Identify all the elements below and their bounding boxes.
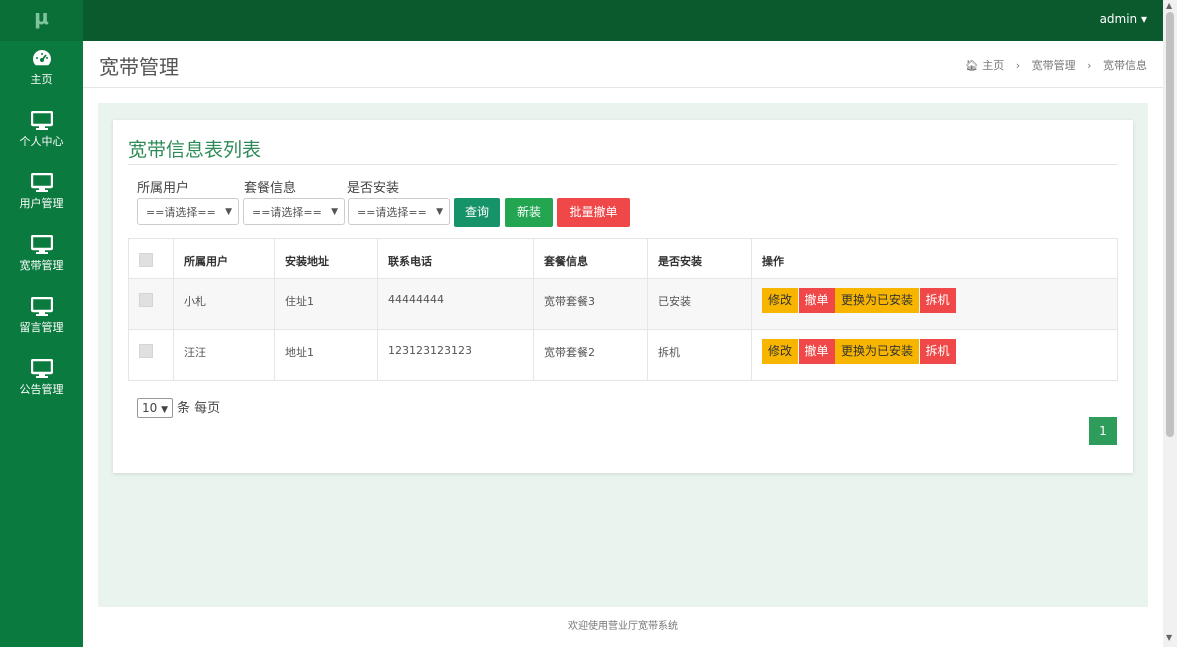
chevron-down-icon: ▼ [331,207,338,217]
card-title: 宽带信息表列表 [128,139,262,161]
broadband-table: 所属用户 安装地址 联系电话 套餐信息 是否安装 操作 小札 住址1 44444… [128,238,1118,381]
scroll-up-icon[interactable]: ▲ [1166,1,1172,10]
breadcrumb-separator: › [1015,59,1021,72]
sidebar-item-label: 用户管理 [19,197,64,210]
user-menu[interactable]: admin ▾ [1100,12,1147,26]
app-logo[interactable]: μ [0,0,83,41]
cell-actions: 修改 撤单 更换为已安装 拆机 [751,278,1118,330]
cell-address: 住址1 [274,278,378,330]
column-header-user: 所属用户 [173,238,275,279]
select-all-checkbox[interactable] [139,253,153,267]
column-header-package: 套餐信息 [533,238,648,279]
cell-phone: 44444444 [377,278,534,330]
cell-address: 地址1 [274,329,378,381]
cell-package: 宽带套餐3 [533,278,648,330]
cell-user: 汪汪 [173,329,275,381]
breadcrumb-broadband[interactable]: 宽带管理 [1032,59,1076,72]
filter-label-package: 套餐信息 [244,181,297,196]
package-select[interactable]: ==请选择== ▼ [243,198,345,225]
table-row: 汪汪 地址1 123123123123 宽带套餐2 拆机 修改 撤单 更换为已安… [128,329,1118,381]
set-installed-button[interactable]: 更换为已安装 [835,288,920,313]
footer-text: 欢迎使用营业厅宽带系统 [568,621,678,632]
pagination-page-1[interactable]: 1 [1089,417,1117,445]
cell-installed: 已安装 [647,278,752,330]
monitor-icon [0,289,83,321]
cancel-order-button[interactable]: 撤单 [798,339,835,364]
sidebar-item-label: 宽带管理 [19,259,64,272]
cell-phone: 123123123123 [377,329,534,381]
installed-select-value: ==请选择== [357,206,427,219]
column-header-installed: 是否安装 [647,238,752,279]
user-select-value: ==请选择== [146,206,216,219]
set-installed-button[interactable]: 更换为已安装 [835,339,920,364]
cell-installed: 拆机 [647,329,752,381]
column-header-address: 安装地址 [274,238,378,279]
page-size-select[interactable]: 10 ▼ [137,398,174,418]
sidebar-item-label: 公告管理 [19,383,64,396]
page-size-suffix: 条 每页 [177,401,221,416]
page-size-value: 10 [142,401,158,415]
installed-select[interactable]: ==请选择== ▼ [348,198,450,225]
remove-button[interactable]: 拆机 [919,339,956,364]
row-checkbox[interactable] [139,293,153,307]
scrollbar-thumb[interactable] [1166,12,1174,437]
add-button[interactable]: 新装 [505,198,553,227]
user-select[interactable]: ==请选择== ▼ [137,198,239,225]
sidebar-item-home[interactable]: 主页 [0,41,83,103]
page-header: 宽带管理 🏠︎ 主页 › 宽带管理 › 宽带信息 [83,41,1163,88]
home-icon: 🏠︎ [964,59,979,72]
sidebar-item-label: 主页 [30,73,53,86]
row-checkbox[interactable] [139,344,153,358]
column-header-phone: 联系电话 [377,238,534,279]
batch-cancel-button[interactable]: 批量撤单 [557,198,630,227]
sidebar: μ 主页 个人中心 用户管理 宽带管理 留言管理 公告管理 [0,0,83,647]
scroll-down-icon[interactable]: ▼ [1166,633,1172,642]
monitor-icon [0,227,83,259]
filter-label-user: 所属用户 [137,181,190,196]
table-row: 小札 住址1 44444444 宽带套餐3 已安装 修改 撤单 更换为已安装 拆… [128,278,1118,330]
dashboard-icon [0,41,83,73]
chevron-down-icon: ▼ [161,405,169,415]
monitor-icon [0,165,83,197]
breadcrumb-separator: › [1087,59,1092,72]
sidebar-item-label: 留言管理 [19,321,64,334]
sidebar-item-messages[interactable]: 留言管理 [0,289,83,351]
cell-actions: 修改 撤单 更换为已安装 拆机 [751,329,1118,381]
breadcrumb: 🏠︎ 主页 › 宽带管理 › 宽带信息 [965,57,1147,73]
remove-button[interactable]: 拆机 [919,288,956,313]
monitor-icon [0,103,83,135]
sidebar-item-broadband[interactable]: 宽带管理 [0,227,83,289]
cell-user: 小札 [173,278,275,330]
edit-button[interactable]: 修改 [762,288,799,313]
row-checkbox-cell [128,278,174,330]
row-checkbox-cell [128,329,174,381]
breadcrumb-current: 宽带信息 [1103,59,1147,72]
package-select-value: ==请选择== [252,206,322,219]
page-scrollbar[interactable]: ▲ ▼ [1163,0,1177,647]
footer: 欢迎使用营业厅宽带系统 [83,607,1163,647]
chevron-down-icon: ▼ [225,207,232,217]
select-all-cell [128,238,174,279]
table-header-row: 所属用户 安装地址 联系电话 套餐信息 是否安装 操作 [128,238,1118,279]
sidebar-item-notices[interactable]: 公告管理 [0,351,83,413]
divider [128,164,1118,165]
sidebar-item-label: 个人中心 [19,135,64,148]
page-size-control: 10 ▼ 条 每页 [137,397,220,418]
edit-button[interactable]: 修改 [762,339,799,364]
top-bar: admin ▾ [83,0,1163,41]
sidebar-item-users[interactable]: 用户管理 [0,165,83,227]
query-button[interactable]: 查询 [454,198,500,227]
breadcrumb-home[interactable]: 主页 [982,59,1004,72]
monitor-icon [0,351,83,383]
column-header-actions: 操作 [751,238,1118,279]
cell-package: 宽带套餐2 [533,329,648,381]
filter-label-installed: 是否安装 [347,181,400,196]
page-title: 宽带管理 [99,55,179,79]
cancel-order-button[interactable]: 撤单 [798,288,835,313]
sidebar-item-profile[interactable]: 个人中心 [0,103,83,165]
broadband-list-card: 宽带信息表列表 所属用户 套餐信息 是否安装 ==请选择== ▼ ==请选择==… [113,120,1133,473]
chevron-down-icon: ▼ [436,207,443,217]
